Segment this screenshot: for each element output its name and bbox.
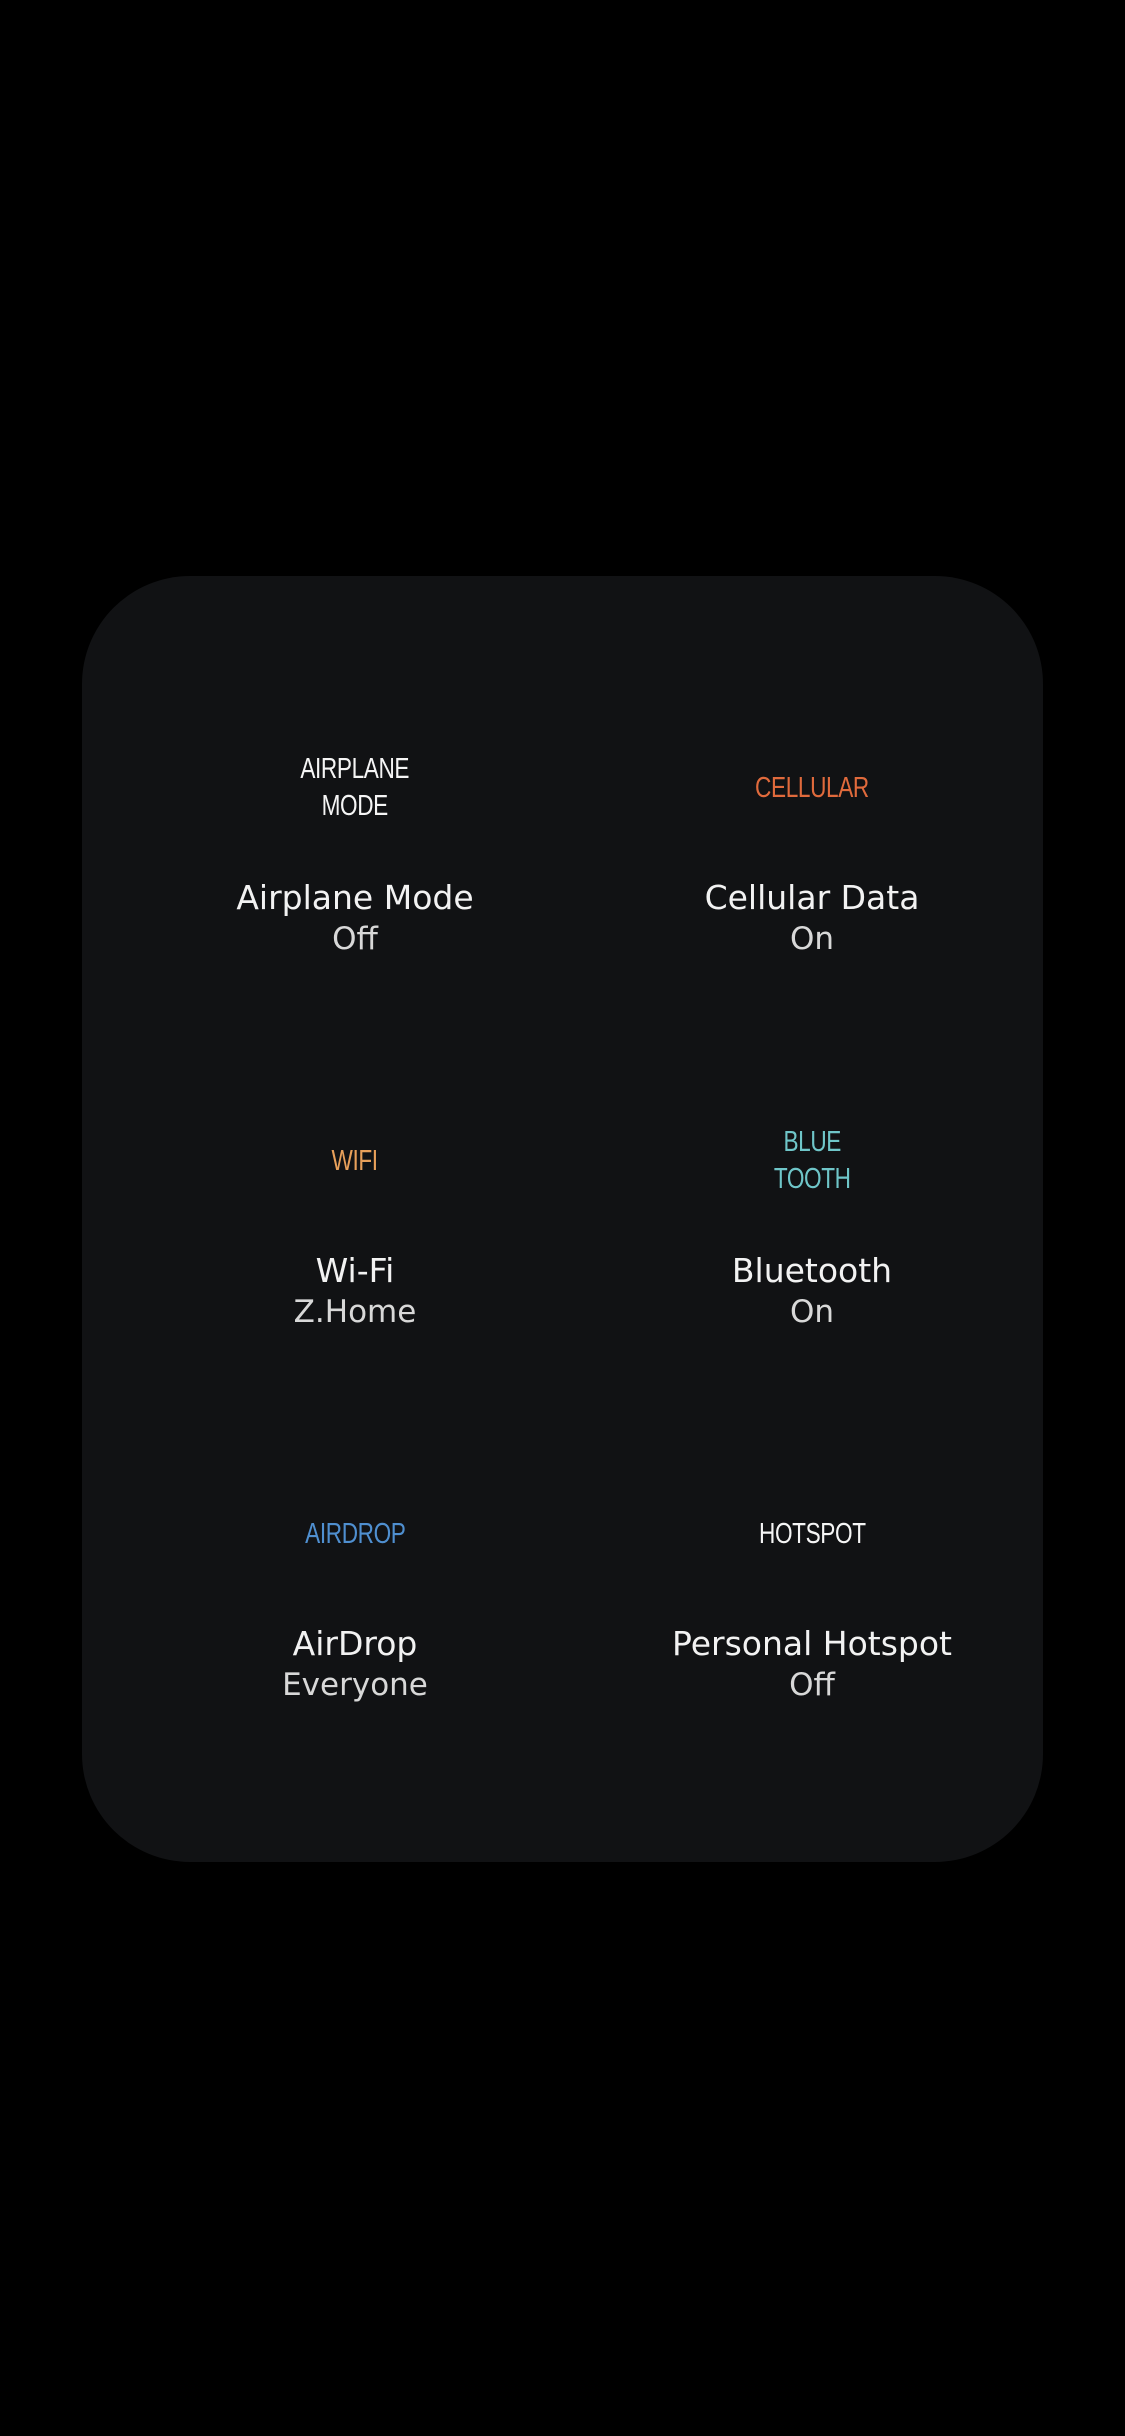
airdrop-label: AirDrop — [292, 1624, 418, 1663]
hotspot-icon: HOTSPOT — [622, 1496, 1002, 1572]
cellular-data-state: On — [789, 921, 835, 957]
airdrop-icon: AIRDROP — [165, 1496, 545, 1572]
personal-hotspot-state: Off — [789, 1667, 835, 1703]
airplane-mode-label: Airplane Mode — [236, 878, 474, 917]
airplane-mode-icon: AIRPLANE MODE — [165, 750, 545, 826]
airplane-mode-tag: AIRPLANE MODE — [300, 753, 410, 822]
wifi-network-name: Z.Home — [293, 1294, 417, 1330]
airdrop-tag: AIRDROP — [304, 1517, 406, 1550]
cellular-icon: CELLULAR — [622, 750, 1002, 826]
bluetooth-label: Bluetooth — [731, 1251, 893, 1290]
bluetooth-toggle[interactable]: BLUE TOOTH Bluetooth On — [622, 1123, 1002, 1383]
airplane-mode-state: Off — [332, 921, 378, 957]
airplane-mode-toggle[interactable]: AIRPLANE MODE Airplane Mode Off — [165, 750, 545, 1010]
bluetooth-icon: BLUE TOOTH — [622, 1123, 1002, 1199]
bluetooth-tag: BLUE TOOTH — [773, 1126, 851, 1195]
cellular-data-toggle[interactable]: CELLULAR Cellular Data On — [622, 750, 1002, 1010]
cellular-data-label: Cellular Data — [704, 878, 920, 917]
hotspot-tag: HOTSPOT — [758, 1517, 866, 1550]
personal-hotspot-toggle[interactable]: HOTSPOT Personal Hotspot Off — [622, 1496, 1002, 1756]
personal-hotspot-label: Personal Hotspot — [672, 1624, 952, 1663]
control-center-panel: AIRPLANE MODE Airplane Mode Off CELLULAR… — [82, 576, 1043, 1862]
airdrop-visibility: Everyone — [282, 1667, 428, 1703]
cellular-tag: CELLULAR — [755, 771, 869, 804]
wifi-label: Wi-Fi — [315, 1251, 395, 1290]
bluetooth-state: On — [789, 1294, 835, 1330]
wifi-toggle[interactable]: WIFI Wi-Fi Z.Home — [165, 1123, 545, 1383]
airdrop-toggle[interactable]: AIRDROP AirDrop Everyone — [165, 1496, 545, 1756]
wifi-tag: WIFI — [331, 1144, 379, 1177]
wifi-icon: WIFI — [165, 1123, 545, 1199]
